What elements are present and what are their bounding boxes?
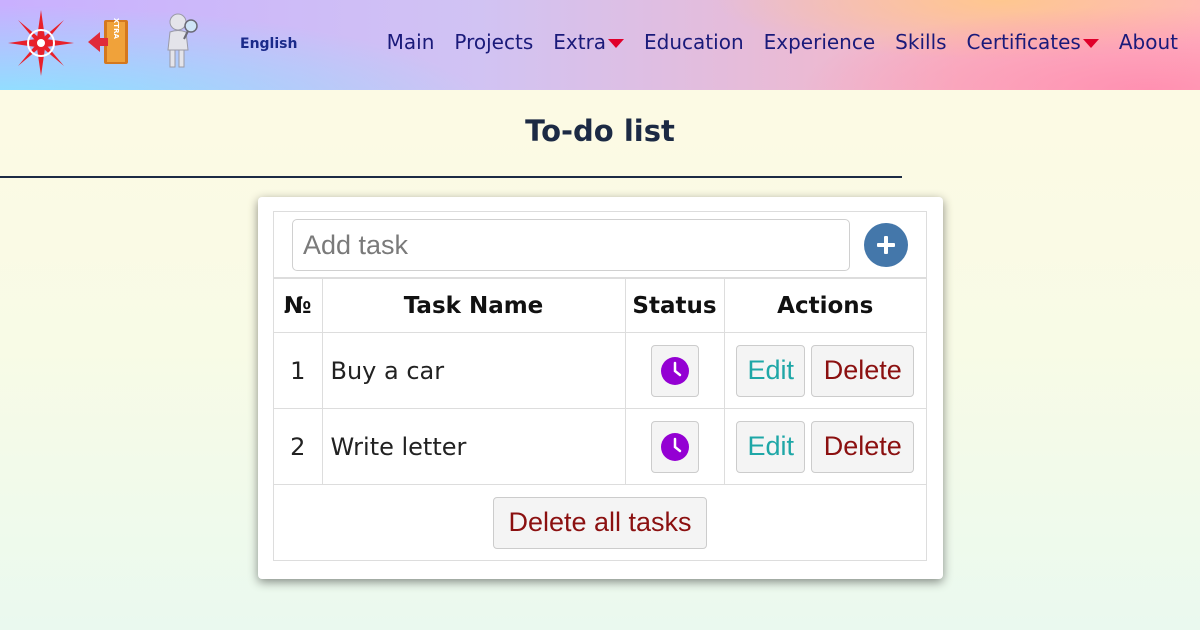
nav-item-education[interactable]: Education [644, 30, 744, 54]
nav-label: Certificates [966, 30, 1081, 54]
nav-label: Extra [553, 30, 607, 54]
column-header-status: Status [624, 278, 725, 333]
task-number: 2 [274, 408, 323, 485]
nav-item-main[interactable]: Main [387, 30, 435, 54]
nav-label: Projects [454, 30, 534, 54]
title-divider [0, 176, 902, 178]
table-footer-row: Delete all tasks [274, 484, 926, 561]
table-header-row: № Task Name Status Actions [274, 278, 926, 333]
nav-item-experience[interactable]: Experience [764, 30, 876, 54]
language-selector[interactable]: English [240, 36, 297, 52]
todo-table: № Task Name Status Actions 1 Buy a car E… [274, 278, 926, 561]
nav-item-projects[interactable]: Projects [454, 30, 533, 54]
column-header-actions: Actions [723, 278, 926, 333]
extra-exit-icon[interactable]: EXTRA [86, 18, 134, 66]
extra-icon-text: EXTRA [112, 18, 120, 39]
caret-down-icon [1082, 39, 1099, 48]
clock-icon [660, 356, 689, 385]
nav-item-skills[interactable]: Skills [895, 30, 946, 54]
task-name: Write letter [321, 408, 626, 485]
plus-icon [877, 236, 895, 254]
add-task-button[interactable] [864, 223, 908, 267]
edit-button[interactable]: Edit [736, 420, 806, 473]
nav-item-certificates[interactable]: Certificates [967, 30, 1099, 54]
column-header-num: № [274, 278, 323, 333]
main-nav: Main Projects Extra Education Experience… [367, 30, 1178, 54]
task-actions-cell: Edit Delete [723, 408, 926, 485]
edit-button[interactable]: Edit [736, 344, 806, 397]
add-task-input[interactable] [292, 219, 850, 271]
nav-item-extra[interactable]: Extra [553, 30, 625, 54]
delete-button[interactable]: Delete [811, 420, 915, 473]
clock-icon [660, 432, 689, 461]
status-toggle-button[interactable] [650, 420, 699, 473]
nav-label: About [1118, 30, 1178, 54]
add-task-row [274, 212, 926, 278]
status-toggle-button[interactable] [650, 344, 699, 397]
caret-down-icon [608, 39, 625, 48]
delete-all-cell: Delete all tasks [274, 484, 926, 561]
column-header-name: Task Name [321, 278, 626, 333]
delete-all-button[interactable]: Delete all tasks [493, 496, 707, 549]
delete-button[interactable]: Delete [811, 344, 915, 397]
task-number: 1 [274, 332, 323, 409]
task-name: Buy a car [321, 332, 626, 409]
todo-card: № Task Name Status Actions 1 Buy a car [258, 197, 943, 579]
todo-table-wrap: № Task Name Status Actions 1 Buy a car [273, 211, 927, 561]
compass-logo-icon[interactable] [6, 8, 76, 78]
table-row: 2 Write letter Edit Delete [274, 408, 926, 485]
nav-label: Main [386, 30, 435, 54]
nav-item-about[interactable]: About [1119, 30, 1178, 54]
search-person-icon[interactable] [162, 12, 202, 70]
nav-label: Experience [763, 30, 876, 54]
page-title: To-do list [525, 114, 675, 148]
task-actions-cell: Edit Delete [723, 332, 926, 409]
site-header: EXTRA English Main Projects Extra Educat… [0, 0, 1200, 90]
task-status-cell [624, 408, 725, 485]
nav-label: Skills [895, 30, 947, 54]
table-row: 1 Buy a car Edit Delete [274, 332, 926, 409]
nav-label: Education [644, 30, 744, 54]
task-status-cell [624, 332, 725, 409]
